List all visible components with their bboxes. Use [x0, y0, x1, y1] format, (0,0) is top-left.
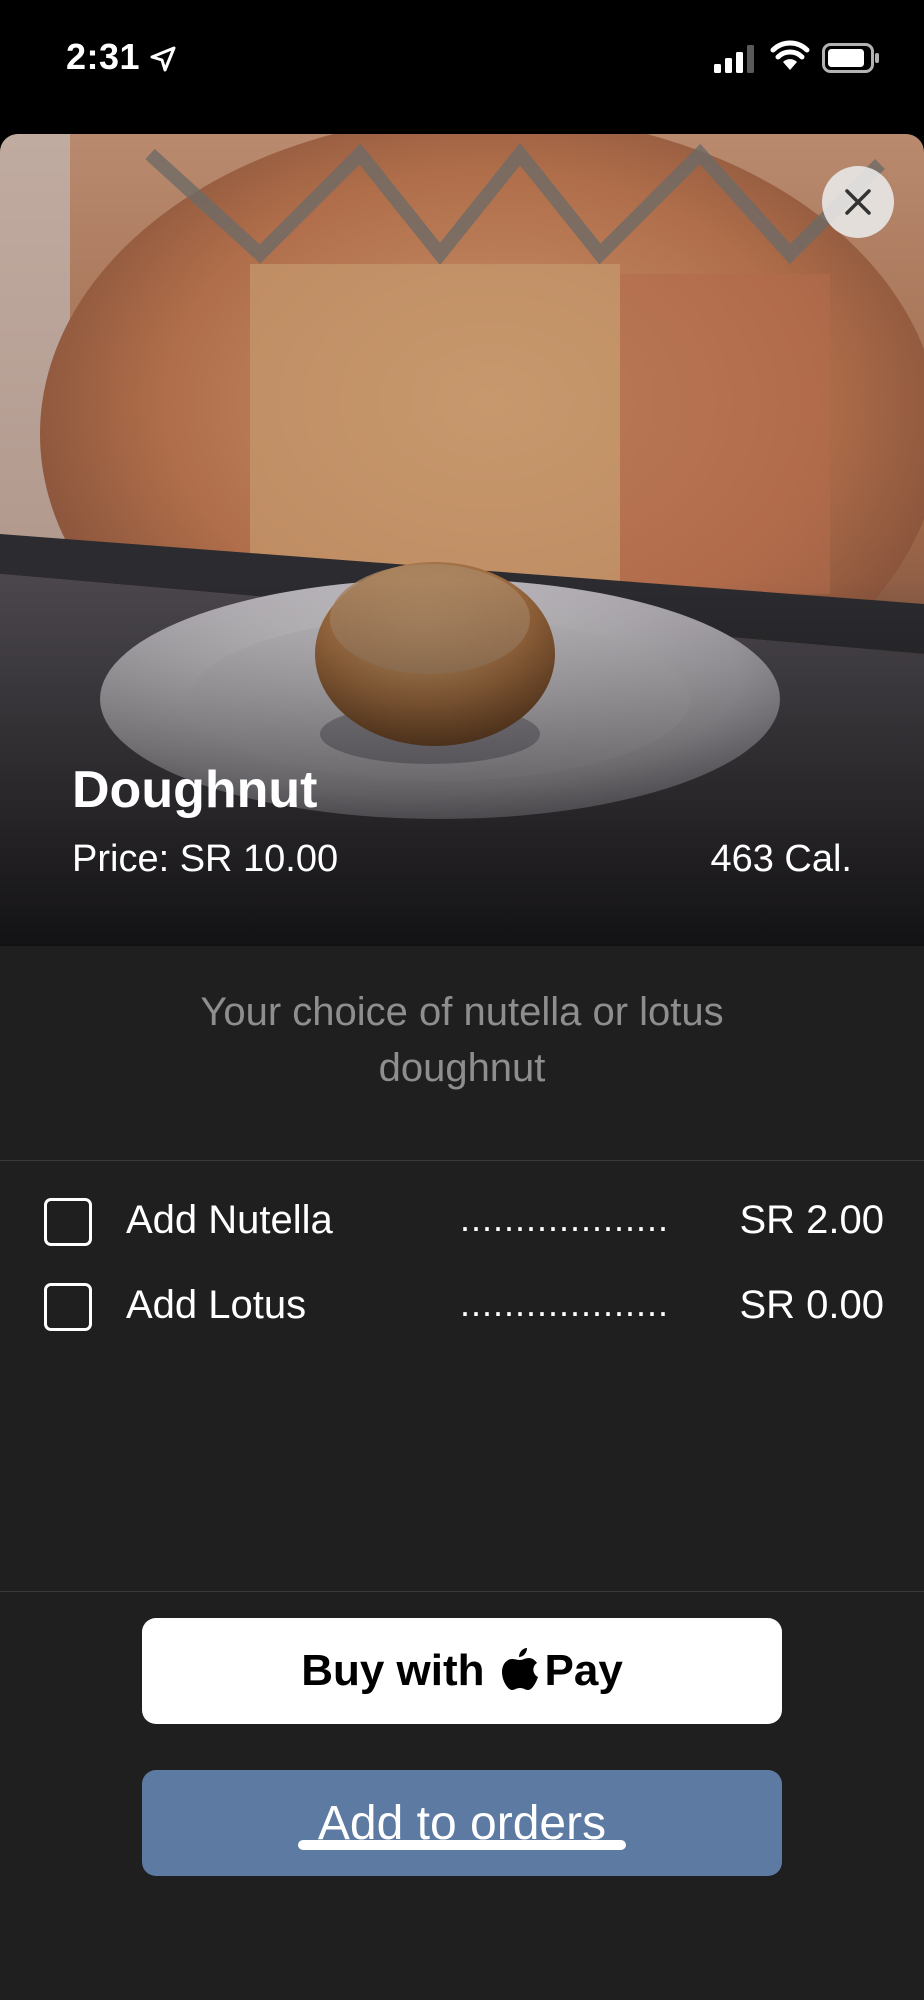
- close-icon: [845, 189, 871, 215]
- home-indicator: [298, 1840, 626, 1850]
- apple-logo-icon: [501, 1648, 538, 1690]
- close-button[interactable]: [822, 166, 894, 238]
- wifi-icon: [770, 40, 810, 70]
- option-label: Add Nutella: [126, 1198, 333, 1242]
- cellular-signal-icon: [714, 45, 754, 73]
- location-arrow-icon: [150, 46, 176, 72]
- item-calories: 463 Cal.: [710, 838, 852, 880]
- doughnut-on-plate-photo: Doughnut Price: SR 10.00 463 Cal.: [0, 134, 924, 946]
- add-lotus-checkbox[interactable]: [44, 1283, 92, 1331]
- item-detail-sheet: Doughnut Price: SR 10.00 463 Cal. Your c…: [0, 134, 924, 2000]
- item-price: Price: SR 10.00: [72, 838, 339, 880]
- option-price: SR 0.00: [739, 1283, 884, 1327]
- item-name: Doughnut: [72, 761, 318, 819]
- apple-pay-button[interactable]: Buy with Pay: [142, 1618, 782, 1724]
- screen: 2:31 Doughnut Price: SR 10.00 463 Cal. Y…: [0, 0, 924, 2000]
- buy-with-label: Buy with: [301, 1646, 485, 1695]
- add-nutella-checkbox[interactable]: [44, 1198, 92, 1246]
- option-add-nutella[interactable]: Add Nutella ................... SR 2.00: [0, 1190, 924, 1260]
- add-to-orders-button[interactable]: Add to orders: [142, 1770, 782, 1876]
- status-bar: 2:31: [0, 0, 924, 120]
- status-time: 2:31: [66, 36, 141, 77]
- battery-icon: [822, 43, 879, 73]
- option-add-lotus[interactable]: Add Lotus ................... SR 0.00: [0, 1275, 924, 1345]
- option-leader-dots: ...................: [460, 1198, 670, 1239]
- divider: [0, 1160, 924, 1161]
- option-leader-dots: ...................: [460, 1283, 670, 1324]
- divider: [0, 1591, 924, 1592]
- option-label: Add Lotus: [126, 1283, 307, 1327]
- item-description: Your choice of nutella or lotus doughnut: [200, 990, 724, 1090]
- pay-label: Pay: [544, 1646, 623, 1695]
- option-price: SR 2.00: [739, 1198, 884, 1242]
